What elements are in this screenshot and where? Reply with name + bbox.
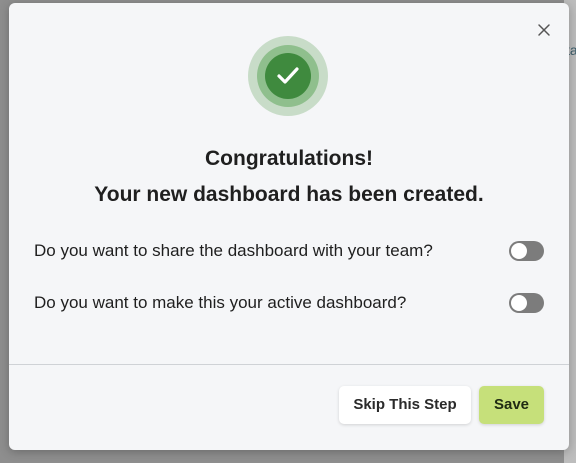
share-dashboard-label: Do you want to share the dashboard with … (34, 241, 433, 260)
success-dialog: Congratulations! Your new dashboard has … (9, 3, 569, 450)
active-dashboard-row: Do you want to make this your active das… (34, 291, 544, 315)
share-dashboard-row: Do you want to share the dashboard with … (34, 239, 544, 263)
footer-divider (9, 364, 569, 365)
checkmark-icon (277, 67, 299, 84)
success-badge (265, 53, 311, 99)
close-button[interactable] (535, 21, 553, 39)
close-icon (538, 24, 550, 36)
active-dashboard-label: Do you want to make this your active das… (34, 293, 407, 312)
dialog-subtitle: Your new dashboard has been created. (94, 183, 484, 206)
dialog-title: Congratulations! (205, 147, 373, 170)
active-dashboard-toggle[interactable] (509, 293, 544, 313)
skip-step-button[interactable]: Skip This Step (339, 386, 471, 424)
share-dashboard-toggle[interactable] (509, 241, 544, 261)
save-button[interactable]: Save (479, 386, 544, 424)
toggle-knob (511, 243, 527, 259)
toggle-knob (511, 295, 527, 311)
